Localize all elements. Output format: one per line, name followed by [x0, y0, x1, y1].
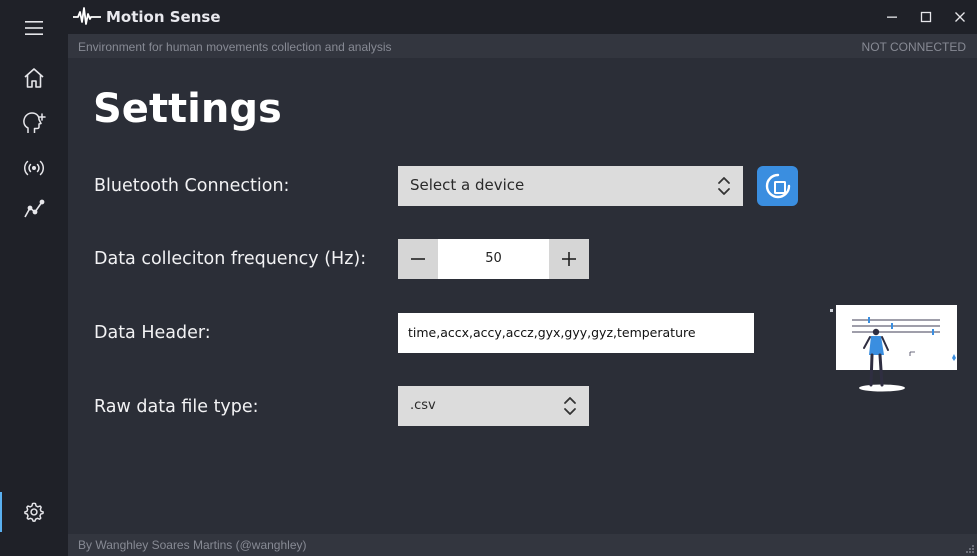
sidebar: [0, 0, 68, 556]
select-arrows-icon: [564, 397, 576, 415]
minus-icon: [411, 258, 425, 260]
app-title: Motion Sense: [106, 8, 221, 26]
footer: By Wanghley Soares Martins (@wanghley): [68, 534, 977, 556]
bluetooth-scan-icon: [765, 173, 790, 199]
sidebar-item-home[interactable]: [0, 58, 68, 98]
decrement-button[interactable]: [398, 239, 438, 279]
subtitle-bar: Environment for human movements collecti…: [68, 34, 977, 58]
frequency-label: Data colleciton frequency (Hz):: [94, 249, 367, 269]
gear-icon: [24, 502, 44, 522]
line-chart-icon: [24, 199, 45, 218]
maximize-icon: [920, 11, 932, 23]
footer-credit: By Wanghley Soares Martins (@wanghley): [78, 538, 307, 552]
home-icon: [24, 68, 44, 88]
sidebar-item-broadcast[interactable]: [0, 148, 68, 188]
file-type-select[interactable]: .csv: [398, 386, 589, 426]
select-arrows-icon: [718, 177, 730, 195]
app-subtitle: Environment for human movements collecti…: [78, 40, 392, 54]
app-logo-icon: [73, 7, 101, 25]
close-icon: [955, 12, 965, 22]
bluetooth-device-select[interactable]: Select a device: [398, 166, 743, 206]
connection-status: NOT CONNECTED: [861, 40, 966, 54]
title-bar: Motion Sense: [68, 0, 977, 34]
settings-illustration: [830, 305, 957, 392]
broadcast-icon: [23, 160, 45, 176]
sidebar-item-analytics[interactable]: [0, 189, 68, 229]
sidebar-item-settings[interactable]: [0, 492, 68, 532]
plus-icon: [562, 252, 576, 266]
bluetooth-refresh-button[interactable]: [757, 166, 798, 206]
file-type-label: Raw data file type:: [94, 397, 259, 417]
frequency-stepper: 50: [398, 239, 589, 279]
resize-grip-icon[interactable]: [965, 544, 975, 554]
increment-button[interactable]: [549, 239, 589, 279]
bluetooth-label: Bluetooth Connection:: [94, 176, 290, 196]
menu-button[interactable]: [0, 8, 68, 48]
minimize-button[interactable]: [875, 0, 909, 34]
file-type-selected-value: .csv: [410, 398, 436, 413]
data-header-label: Data Header:: [94, 323, 211, 343]
close-button[interactable]: [943, 0, 977, 34]
maximize-button[interactable]: [909, 0, 943, 34]
bluetooth-selected-value: Select a device: [410, 176, 525, 194]
minimize-icon: [887, 16, 897, 18]
sidebar-item-add-profile[interactable]: [0, 103, 68, 143]
hamburger-icon: [25, 21, 43, 35]
data-header-input[interactable]: time,accx,accy,accz,gyx,gyy,gyz,temperat…: [398, 313, 754, 353]
frequency-input[interactable]: 50: [438, 239, 549, 279]
head-plus-icon: [23, 112, 46, 133]
page-title: Settings: [93, 86, 282, 132]
